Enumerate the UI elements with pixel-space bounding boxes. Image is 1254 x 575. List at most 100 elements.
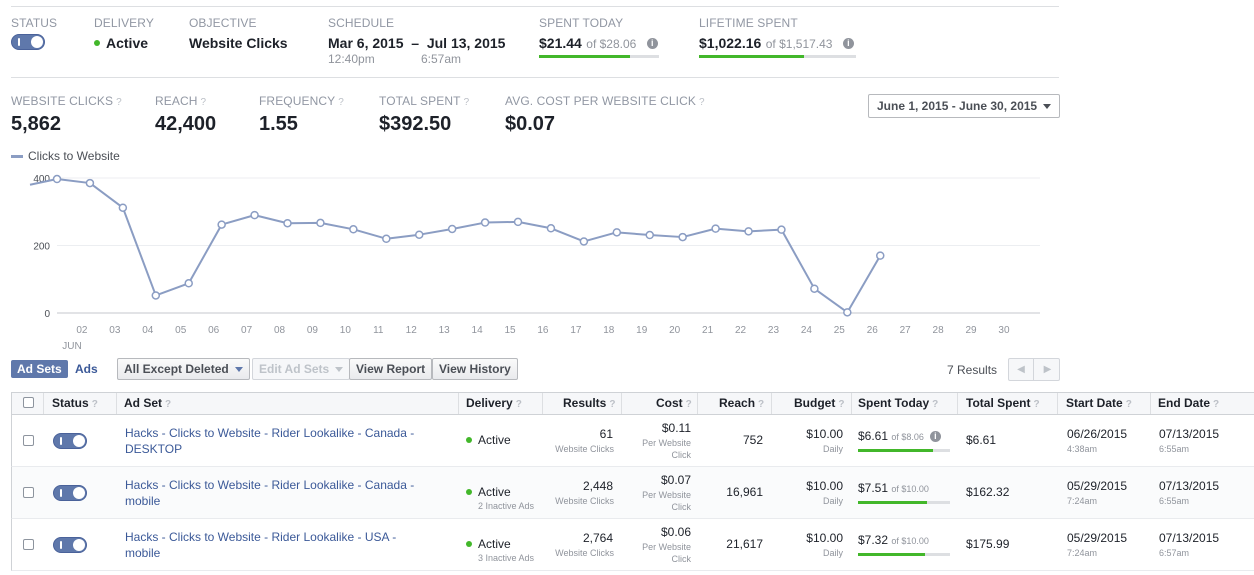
view-history-button[interactable]: View History [432, 358, 518, 380]
col-header-status[interactable]: Status? [52, 392, 98, 414]
x-tick-label: 09 [307, 325, 319, 336]
view-report-button[interactable]: View Report [349, 358, 433, 380]
prev-page-icon[interactable]: ◀ [1009, 359, 1034, 380]
row-checkbox[interactable] [23, 539, 34, 550]
ad-set-status-toggle[interactable] [53, 485, 87, 501]
col-header-total-spent[interactable]: Total Spent? [966, 392, 1040, 414]
col-header-spent-today[interactable]: Spent Today? [858, 392, 938, 414]
row-results: 61 [599, 427, 613, 441]
row-cost-sub: Click [671, 502, 692, 512]
ad-set-name-link[interactable]: Hacks - Clicks to Website - Rider Lookal… [125, 425, 455, 457]
data-point [85, 178, 95, 188]
data-point [151, 291, 161, 300]
row-checkbox[interactable] [23, 487, 34, 498]
help-icon[interactable]: ? [838, 399, 844, 410]
x-tick-label: 12 [406, 325, 418, 336]
data-point [876, 251, 885, 260]
data-point [810, 284, 819, 293]
help-icon[interactable]: ? [116, 97, 122, 108]
row-budget-sub: Daily [822, 496, 843, 506]
help-icon[interactable]: ? [932, 399, 938, 410]
ad-set-name-link[interactable]: Hacks - Clicks to Website - Rider Lookal… [125, 529, 455, 561]
date-range-picker[interactable]: June 1, 2015 - June 30, 2015 [868, 94, 1061, 118]
help-icon[interactable]: ? [165, 399, 171, 410]
row-budget-sub: Daily [822, 548, 843, 558]
data-point [414, 230, 424, 239]
edit-ad-sets-button[interactable]: Edit Ad Sets [252, 358, 351, 380]
x-tick-label: 03 [109, 325, 121, 336]
metric-label-website-clicks: WEBSITE CLICKS? [11, 94, 122, 108]
row-checkbox[interactable] [23, 435, 34, 446]
row-results-sub: Website Clicks [555, 496, 614, 506]
spent-today-value: $21.44 [539, 35, 582, 51]
row-reach: 752 [742, 433, 763, 447]
data-point [250, 210, 259, 220]
help-icon[interactable]: ? [758, 399, 764, 410]
x-tick-label: 29 [965, 325, 977, 336]
legend-swatch [11, 155, 23, 159]
row-cost-sub: Per Website [642, 490, 691, 500]
metric-label-frequency: FREQUENCY? [259, 94, 344, 108]
ad-set-name-link[interactable]: Hacks - Clicks to Website - Rider Lookal… [125, 477, 455, 509]
row-delivery: Active [466, 537, 511, 551]
ad-set-status-toggle[interactable] [53, 433, 87, 449]
data-point [843, 308, 852, 317]
help-icon[interactable]: ? [338, 97, 344, 108]
x-tick-label: 04 [142, 325, 154, 336]
row-cost: $0.07 [660, 473, 691, 487]
col-header-ad-set[interactable]: Ad Set? [124, 392, 171, 414]
col-header-cost[interactable]: Cost? [656, 392, 692, 414]
data-point [447, 224, 457, 234]
x-tick-label: 23 [768, 325, 780, 336]
row-budget: $10.00 [806, 479, 843, 493]
help-icon[interactable]: ? [1033, 399, 1039, 410]
help-icon[interactable]: ? [1213, 399, 1219, 410]
x-tick-label: 26 [867, 325, 879, 336]
help-icon[interactable]: ? [464, 97, 470, 108]
row-total-spent: $6.61 [966, 433, 997, 447]
help-icon[interactable]: ? [201, 97, 207, 108]
col-header-start-date[interactable]: Start Date? [1066, 392, 1132, 414]
data-point [382, 234, 391, 243]
select-all-checkbox[interactable] [23, 397, 34, 408]
col-header-reach[interactable]: Reach? [719, 392, 764, 414]
row-delivery: Active [466, 433, 511, 447]
info-icon[interactable]: i [842, 38, 854, 50]
campaign-status-toggle[interactable] [11, 34, 45, 50]
row-start-time: 4:38am [1067, 444, 1098, 454]
col-header-budget[interactable]: Budget? [794, 392, 844, 414]
y-tick-label: 200 [33, 242, 50, 253]
filter-dropdown[interactable]: All Except Deleted [117, 358, 250, 380]
tab-ads[interactable]: Ads [75, 360, 98, 378]
row-cost-sub: Per Website [642, 542, 691, 552]
row-delivery-sub: 3 Inactive Ads [478, 553, 535, 563]
col-header-results[interactable]: Results? [563, 392, 615, 414]
next-page-icon[interactable]: ▶ [1035, 359, 1060, 380]
filter-label: All Except Deleted [124, 362, 229, 376]
data-point [612, 228, 622, 237]
help-icon[interactable]: ? [609, 399, 615, 410]
info-icon[interactable]: i [929, 431, 941, 443]
help-icon[interactable]: ? [92, 399, 98, 410]
col-header-end-date[interactable]: End Date? [1158, 392, 1219, 414]
lifetime-spent-value: $1,022.16 [699, 35, 762, 51]
row-end-date: 07/13/2015 [1159, 427, 1220, 441]
help-icon[interactable]: ? [699, 97, 705, 108]
help-icon[interactable]: ? [1126, 399, 1132, 410]
x-tick-label: 11 [373, 325, 384, 336]
active-dot-icon [466, 488, 472, 495]
info-icon[interactable]: i [646, 38, 658, 50]
row-end-date: 07/13/2015 [1159, 479, 1220, 493]
chevron-down-icon [1043, 104, 1052, 110]
tab-ad-sets[interactable]: Ad Sets [11, 360, 68, 378]
ad-set-status-toggle[interactable] [53, 537, 87, 553]
row-spent-today: $7.32 of $10.00 [858, 533, 929, 547]
date-range-label: June 1, 2015 - June 30, 2015 [877, 99, 1038, 113]
help-icon[interactable]: ? [516, 399, 522, 410]
x-tick-label: 07 [241, 325, 253, 336]
help-icon[interactable]: ? [686, 399, 692, 410]
metric-value-total-spent: $392.50 [379, 113, 452, 135]
x-tick-label: 16 [537, 325, 549, 336]
col-header-delivery[interactable]: Delivery? [466, 392, 522, 414]
x-tick-label: 05 [175, 325, 187, 336]
